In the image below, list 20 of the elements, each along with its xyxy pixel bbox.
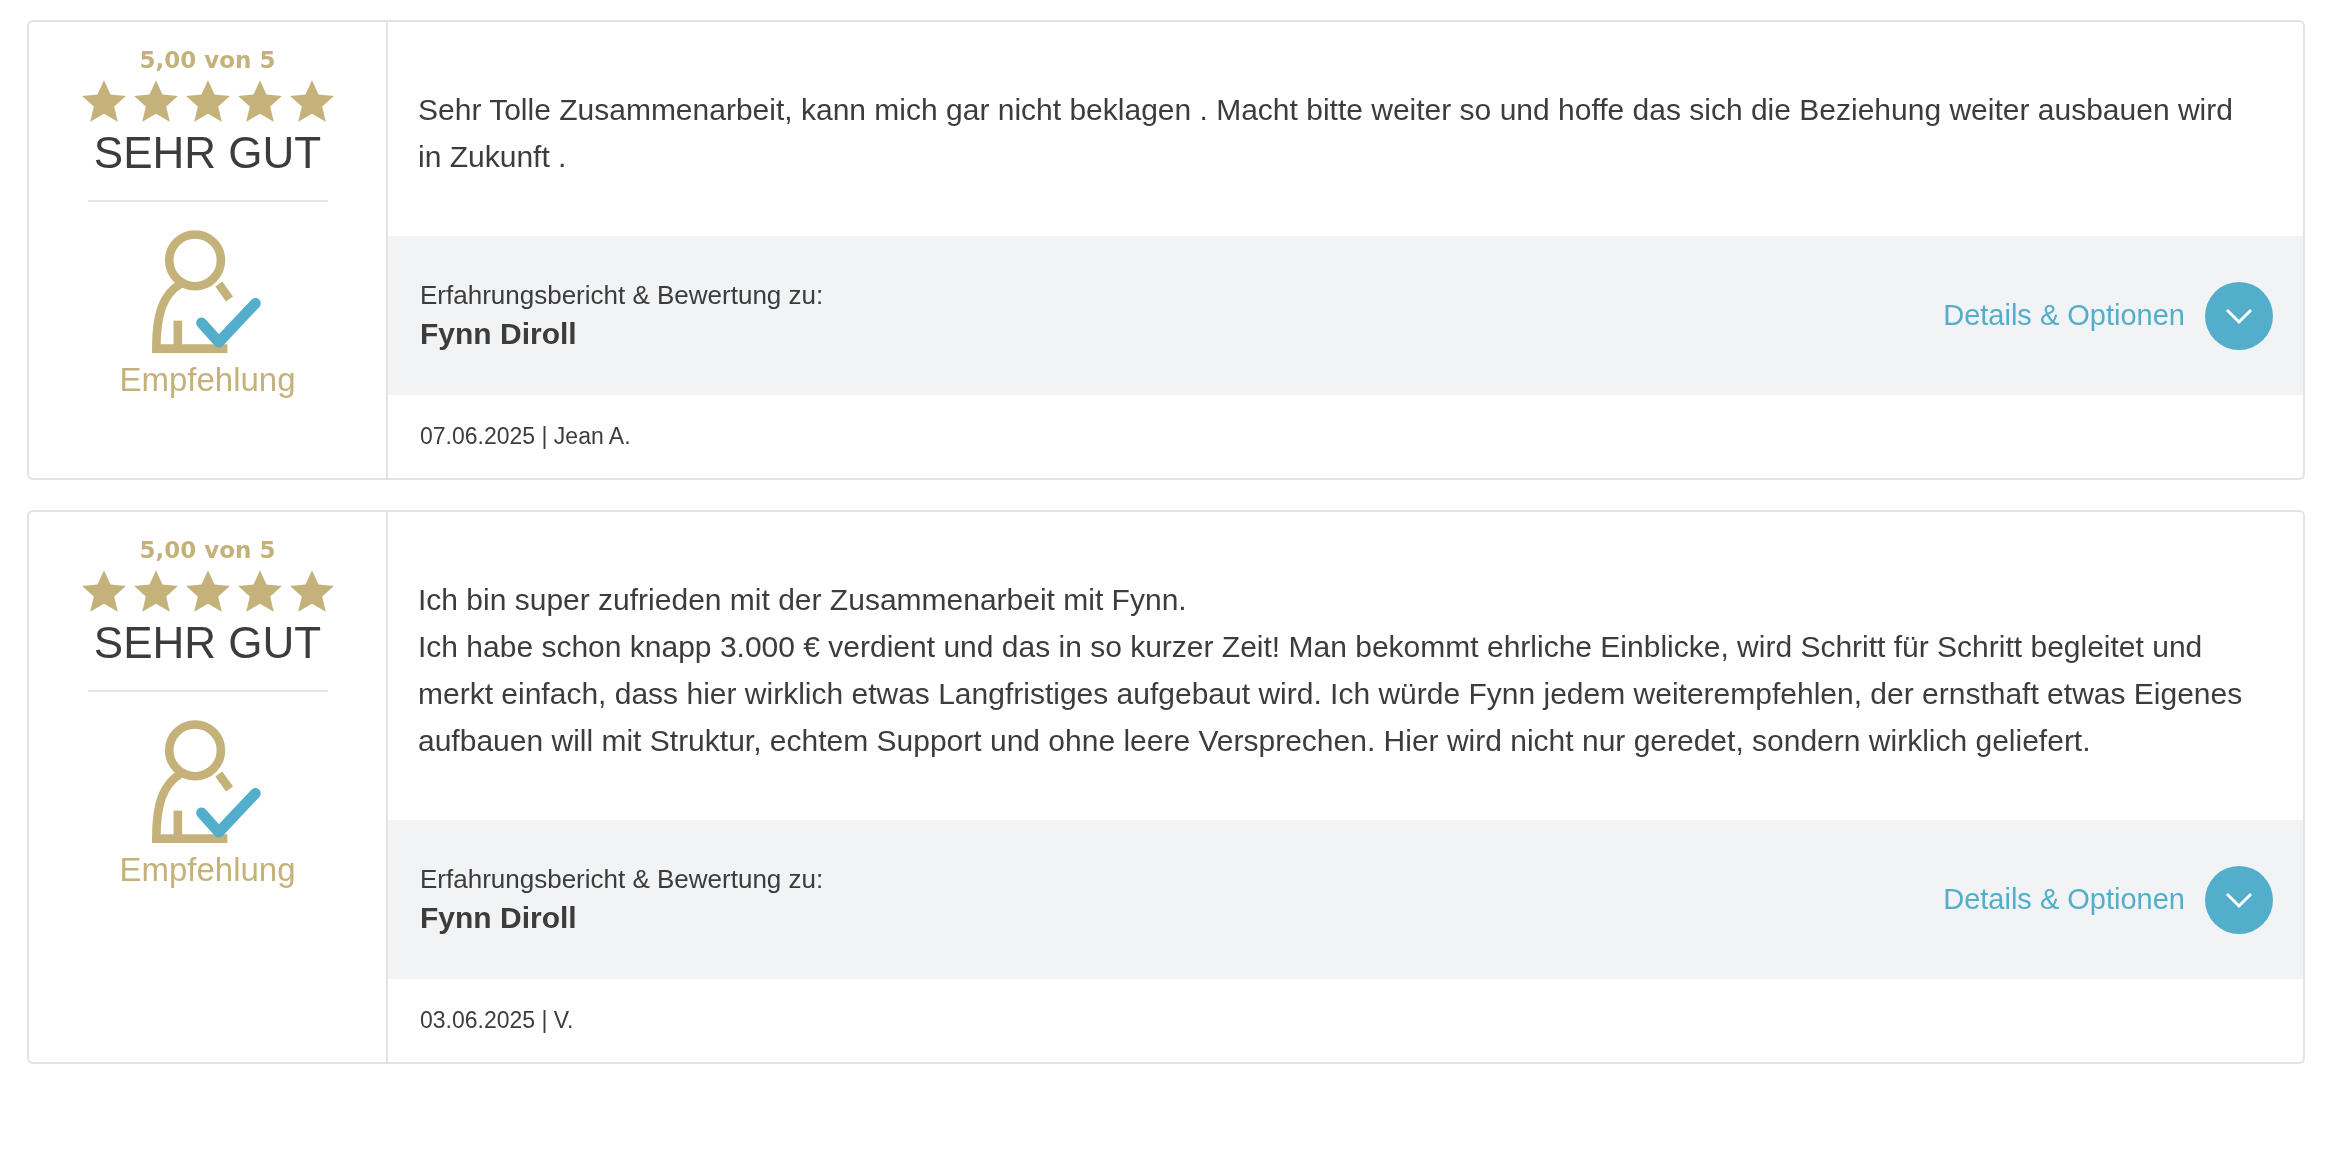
person-check-icon bbox=[151, 227, 264, 353]
chevron-down-icon bbox=[2224, 890, 2254, 909]
person-check-icon bbox=[151, 717, 264, 843]
recommendation-label: Empfehlung bbox=[119, 360, 296, 399]
details-link[interactable]: Details & Optionen bbox=[1943, 883, 2185, 916]
subject-name: Fynn Diroll bbox=[420, 901, 578, 935]
details-link[interactable]: Details & Optionen bbox=[1943, 299, 2185, 332]
subject-label: Erfahrungsbericht & Bewertung zu: bbox=[420, 280, 825, 311]
rating-label: SEHR GUT bbox=[93, 619, 322, 668]
review-meta: 07.06.2025 | Jean A. bbox=[419, 422, 632, 451]
review-text: Ich bin super zufrieden mit der Zusammenarbeit mit Fynn. Ich habe schon knapp 3.000 € verdient und das in so kurzer Zeit! Man bekommt ehrliche Einblicke, wird Schritt für Schritt begleitet und merkt einfach, dass hier wirklich etwas Langfristiges aufgebaut wird. Ich würde Fynn jedem weiterempfehlen, der ernsthaft etwas Eigenes aufbauen will mit Struktur, echtem Support und ohne leere Versprechen. Hier wird nicht nur geredet, sondern wirklich geliefert. bbox=[417, 582, 2244, 759]
subject-name: Fynn Diroll bbox=[420, 317, 578, 351]
rating-score: 5,00 von 5 bbox=[139, 538, 276, 564]
review-meta: 03.06.2025 | V. bbox=[419, 1006, 575, 1035]
review-text: Sehr Tolle Zusammenarbeit, kann mich gar nicht beklagen . Macht bitte weiter so und hoffe das sich die Beziehung weiter ausbauen wird in Zukunft . bbox=[417, 92, 2234, 175]
recommendation-label: Empfehlung bbox=[119, 850, 296, 889]
chevron-down-icon bbox=[2224, 306, 2254, 325]
rating-label: SEHR GUT bbox=[93, 129, 322, 178]
rating-score: 5,00 von 5 bbox=[139, 48, 276, 74]
subject-label: Erfahrungsbericht & Bewertung zu: bbox=[420, 864, 825, 895]
